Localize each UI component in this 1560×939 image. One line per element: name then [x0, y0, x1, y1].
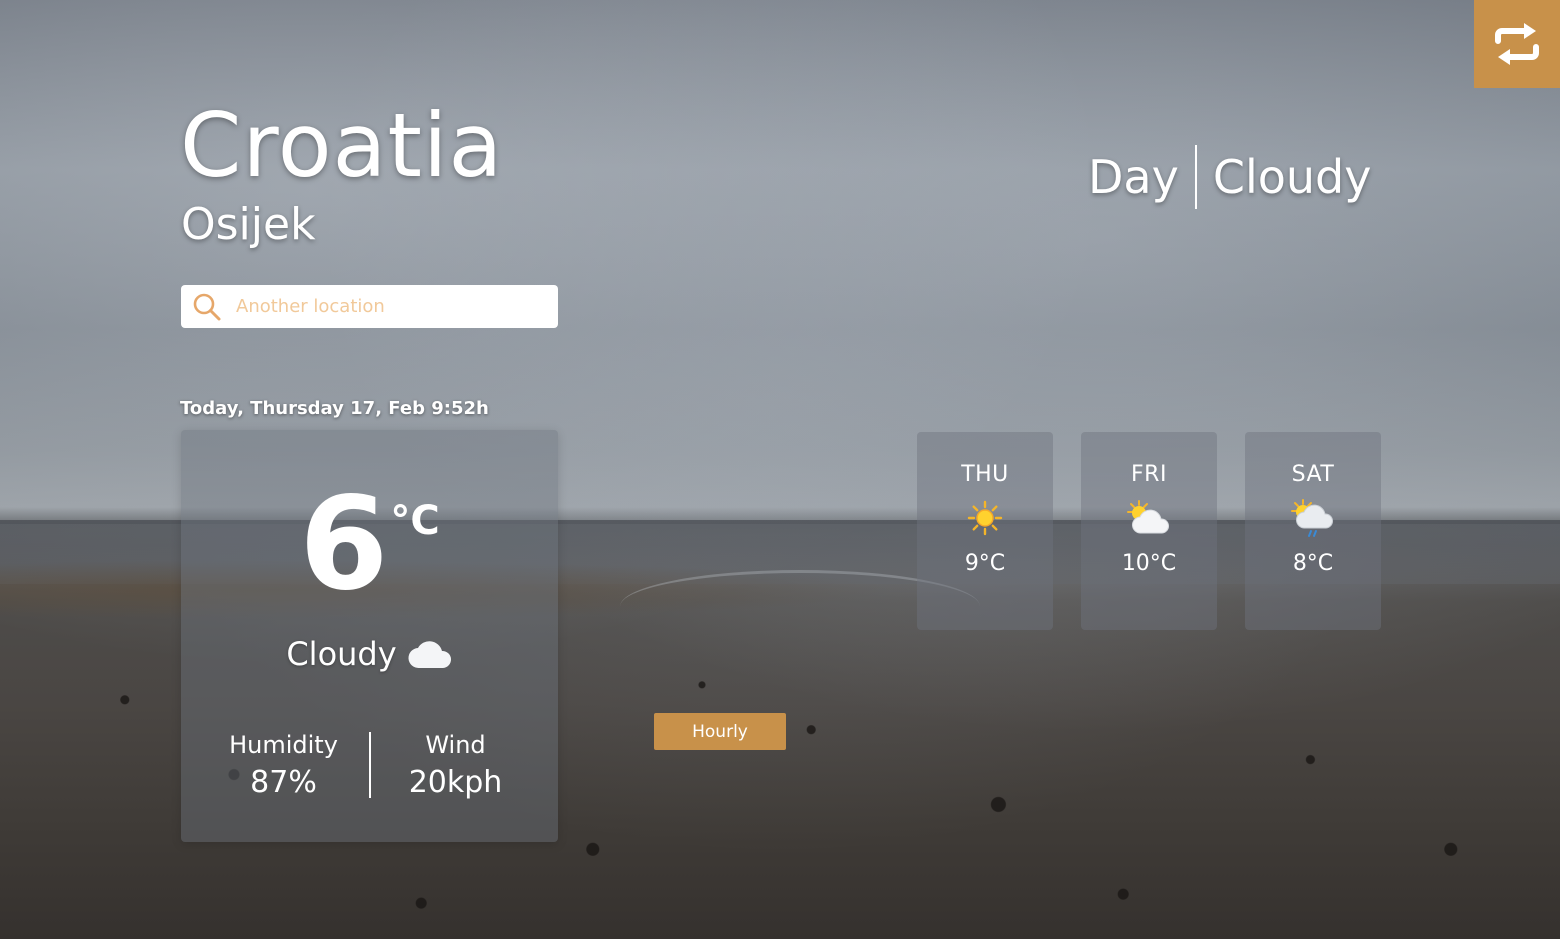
switch-location-button[interactable]	[1474, 0, 1560, 88]
humidity-label: Humidity	[229, 731, 338, 759]
temperature-unit: °C	[390, 498, 440, 544]
forecast-card-thu[interactable]: THU 9°C	[917, 432, 1053, 630]
weather-app: Croatia Osijek Day Cloudy Today, Thursda…	[0, 0, 1560, 939]
period-label: Day	[1088, 150, 1179, 204]
current-condition-label: Cloudy	[286, 635, 397, 673]
forecast-temp: 8°C	[1292, 551, 1334, 576]
forecast-day: THU	[961, 462, 1009, 487]
wind-stat: Wind 20kph	[371, 730, 541, 806]
wind-label: Wind	[425, 731, 486, 759]
current-temperature: 6 °C	[181, 480, 558, 610]
forecast-card-fri[interactable]: FRI 10°C	[1081, 432, 1217, 630]
search-input[interactable]	[234, 295, 538, 318]
wind-value: 20kph	[408, 765, 503, 800]
forecast-card-sat[interactable]: SAT 8°C	[1245, 432, 1381, 630]
sun-cloud-rain-icon	[1245, 498, 1381, 538]
hourly-button[interactable]: Hourly	[654, 713, 786, 750]
search-bar[interactable]	[181, 285, 558, 328]
cloud-icon	[407, 638, 453, 670]
search-icon[interactable]	[192, 292, 222, 322]
day-condition-header: Day Cloudy	[1088, 144, 1371, 210]
current-condition: Cloudy	[181, 635, 558, 673]
swap-arrows-icon	[1495, 23, 1539, 65]
header-divider	[1194, 145, 1197, 209]
condition-label: Cloudy	[1212, 150, 1372, 204]
sun-icon	[917, 498, 1053, 538]
forecast-day: FRI	[1131, 462, 1167, 487]
humidity-stat: Humidity 87%	[199, 730, 369, 806]
country-name: Croatia	[180, 94, 504, 197]
sun-cloud-icon	[1081, 498, 1217, 538]
current-date: Today, Thursday 17, Feb 9:52h	[180, 398, 489, 419]
weather-stats: Humidity 87% Wind 20kph	[181, 730, 558, 800]
temperature-value: 6	[299, 470, 389, 619]
humidity-value: 87%	[250, 765, 317, 800]
city-name: Osijek	[181, 199, 316, 250]
forecast-temp: 10°C	[1121, 551, 1177, 576]
forecast-temp: 9°C	[964, 551, 1006, 576]
forecast-day: SAT	[1291, 462, 1335, 487]
current-weather-card: 6 °C Cloudy Humidity 87% Wind 20kph	[181, 430, 558, 842]
